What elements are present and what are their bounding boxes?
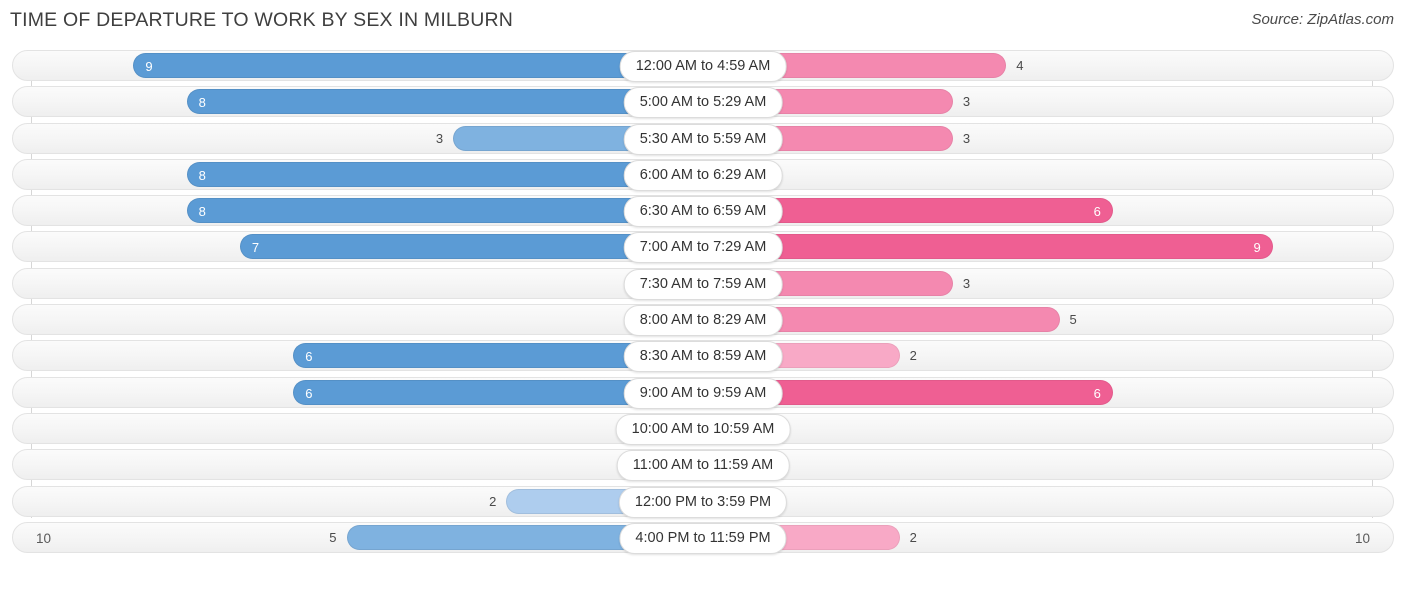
male-bar-value: 2	[489, 493, 497, 509]
category-label: 6:00 AM to 6:29 AM	[623, 159, 783, 191]
bar-row: 8 3 5:00 AM to 5:29 AM	[0, 86, 1406, 119]
female-half: 3	[703, 89, 1406, 115]
bar-row: 8 6 6:30 AM to 6:59 AM	[0, 195, 1406, 228]
category-label: 6:30 AM to 6:59 AM	[623, 196, 783, 228]
female-half: 3	[703, 125, 1406, 151]
male-bar-value: 7	[251, 240, 260, 256]
female-half: 3	[703, 270, 1406, 296]
bar-row: 0 3 7:30 AM to 7:59 AM	[0, 267, 1406, 300]
category-label: 5:30 AM to 5:59 AM	[623, 123, 783, 155]
chart-header: TIME OF DEPARTURE TO WORK BY SEX IN MILB…	[0, 0, 1406, 44]
bar-row: 0011:00 AM to 11:59 AM	[0, 449, 1406, 482]
category-label: 10:00 AM to 10:59 AM	[615, 413, 791, 445]
category-label: 7:00 AM to 7:29 AM	[623, 232, 783, 264]
female-bar[interactable]: 9	[703, 234, 1273, 260]
bar-row: 8 06:00 AM to 6:29 AM	[0, 158, 1406, 191]
female-bar-value: 9	[1253, 240, 1261, 256]
female-bar-value: 5	[1069, 312, 1077, 328]
category-label: 9:00 AM to 9:59 AM	[623, 377, 783, 409]
female-half: 0	[703, 488, 1406, 514]
male-half: 6	[0, 343, 703, 369]
source-attribution: Source: ZipAtlas.com	[1251, 11, 1394, 28]
male-half: 3	[0, 125, 703, 151]
bar-row: 7 9 7:00 AM to 7:29 AM	[0, 231, 1406, 264]
female-bar-value: 6	[1093, 385, 1101, 401]
category-label: 7:30 AM to 7:59 AM	[623, 268, 783, 300]
category-label: 5:00 AM to 5:29 AM	[623, 87, 783, 119]
female-half: 5	[703, 307, 1406, 333]
male-half: 6	[0, 379, 703, 405]
female-half: 4	[703, 53, 1406, 78]
male-half: 8	[0, 198, 703, 224]
female-half: 9	[703, 234, 1406, 260]
male-bar-value: 8	[198, 95, 206, 111]
female-bar-value: 3	[962, 94, 971, 110]
male-bar-value: 8	[198, 167, 206, 183]
male-half: 7	[0, 234, 703, 260]
category-label: 11:00 AM to 11:59 AM	[616, 450, 790, 482]
female-bar-value: 4	[1016, 58, 1024, 73]
bar-row: 9 4 12:00 AM to 4:59 AM	[0, 50, 1406, 82]
male-bar-value: 6	[305, 349, 313, 365]
page-title: TIME OF DEPARTURE TO WORK BY SEX IN MILB…	[10, 9, 514, 31]
female-half: 0	[703, 161, 1406, 187]
bar-row: 3 3 5:30 AM to 5:59 AM	[0, 122, 1406, 155]
category-label: 8:00 AM to 8:29 AM	[623, 305, 783, 337]
female-half: 2	[703, 343, 1406, 369]
male-half: 2	[0, 488, 703, 514]
female-half: 6	[703, 198, 1406, 224]
male-bar-value: 6	[305, 385, 313, 401]
male-half: 0	[0, 307, 703, 333]
bar-row: 6 6 9:00 AM to 9:59 AM	[0, 376, 1406, 409]
male-half: 9	[0, 53, 703, 78]
bar-row: 0 5 8:00 AM to 8:29 AM	[0, 304, 1406, 337]
male-half: 0	[0, 270, 703, 296]
female-bar-value: 3	[962, 130, 971, 146]
male-half: 0	[0, 415, 703, 441]
category-label: 8:30 AM to 8:59 AM	[623, 341, 783, 373]
male-bar-value: 9	[145, 59, 153, 74]
category-label: 12:00 PM to 3:59 PM	[618, 486, 788, 518]
female-bar-value: 6	[1093, 204, 1101, 220]
male-bar[interactable]: 9	[133, 53, 703, 78]
category-label: 4:00 PM to 11:59 PM	[619, 522, 787, 554]
male-half: 8	[0, 89, 703, 115]
female-half: 6	[703, 379, 1406, 405]
bar-rows-container: 9 4 12:00 AM to 4:59 AM 8 3 5:00 AM to 5:29 A…	[0, 50, 1406, 558]
female-half: 0	[703, 415, 1406, 441]
chart-plot-area: 9 4 12:00 AM to 4:59 AM 8 3 5:00 AM to 5:29 A…	[0, 44, 1406, 556]
male-half: 8	[0, 161, 703, 187]
female-half: 0	[703, 452, 1406, 478]
female-bar-value: 2	[909, 348, 917, 364]
male-bar-value: 8	[198, 204, 206, 220]
male-half: 0	[0, 452, 703, 478]
bar-row: 2 012:00 PM to 3:59 PM	[0, 485, 1406, 518]
female-bar-value: 3	[962, 275, 971, 291]
bar-row: 6 2 8:30 AM to 8:59 AM	[0, 340, 1406, 373]
male-bar-value: 3	[435, 130, 444, 146]
category-label: 12:00 AM to 4:59 AM	[619, 51, 787, 82]
bar-row: 0010:00 AM to 10:59 AM	[0, 412, 1406, 445]
